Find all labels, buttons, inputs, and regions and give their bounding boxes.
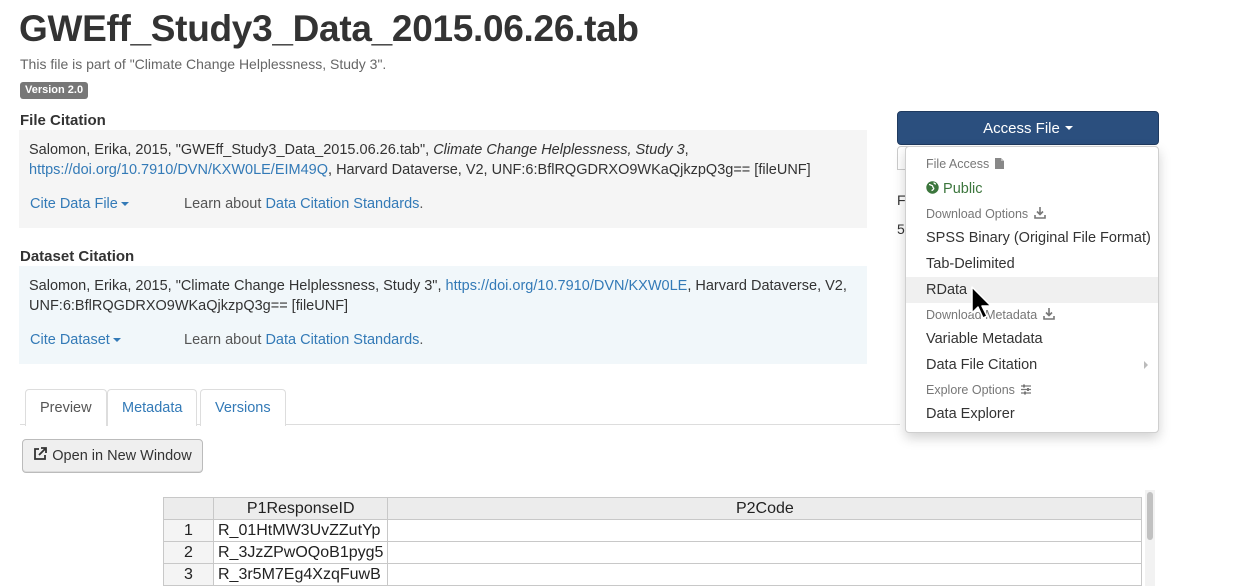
table-row: 1 R_01HtMW3UvZZutYp: [163, 519, 1143, 542]
tab-versions[interactable]: Versions: [200, 389, 286, 426]
learn-about-prefix: Learn about: [184, 332, 266, 348]
sliders-icon: [1018, 383, 1032, 397]
table-cell: [387, 541, 1143, 564]
menu-item-data-file-citation[interactable]: Data File Citation: [906, 352, 1158, 378]
learn-about-period: .: [419, 196, 424, 212]
dataset-doi-link[interactable]: https://doi.org/10.7910/DVN/KXW0LE: [446, 278, 688, 294]
dataset-membership-text: This file is part of "Climate Change Hel…: [20, 56, 387, 72]
open-in-new-window-label: Open in New Window: [52, 448, 192, 464]
table-cell: [387, 519, 1143, 542]
open-in-new-window-button[interactable]: Open in New Window: [22, 439, 203, 473]
dataset-citation-suffix: , Harvard Dataverse, V2,: [687, 278, 847, 294]
file-citation-text: Salomon, Erika, 2015, "GWEff_Study3_Data…: [29, 140, 857, 180]
caret-down-icon: [112, 338, 121, 343]
globe-icon: [926, 181, 939, 197]
download-icon: [1041, 308, 1055, 322]
file-tabs: Preview Metadata Versions: [20, 388, 900, 426]
cite-data-file-label: Cite Data File: [30, 196, 118, 212]
page-title: GWEff_Study3_Data_2015.06.26.tab: [19, 8, 639, 49]
menu-item-variable-metadata[interactable]: Variable Metadata: [906, 326, 1158, 352]
public-label: Public: [943, 181, 983, 197]
table-cell: 3: [163, 563, 214, 586]
file-cite-row: Cite Data File Learn about Data Citation…: [30, 194, 423, 214]
table-cell: R_3JzZPwOQoB1pyg5: [212, 541, 389, 564]
explore-options-header: Explore Options: [906, 380, 1158, 400]
data-citation-standards-link[interactable]: Data Citation Standards: [265, 196, 419, 212]
version-badge: Version 2.0: [20, 82, 89, 99]
dataset-citation-unf: UNF:6:BflRQGDRXO9WKaQjkzpQ3g== [fileUNF]: [29, 298, 349, 314]
tab-metadata[interactable]: Metadata: [107, 389, 198, 426]
dataset-citation-label: Dataset Citation: [20, 248, 135, 265]
cite-data-file-button[interactable]: Cite Data File: [30, 196, 129, 212]
dataset-citation-box: Salomon, Erika, 2015, "Climate Change He…: [19, 266, 867, 364]
data-citation-standards-link[interactable]: Data Citation Standards: [265, 332, 419, 348]
file-citation-box: Salomon, Erika, 2015, "GWEff_Study3_Data…: [19, 130, 867, 228]
cite-dataset-label: Cite Dataset: [30, 332, 110, 348]
data-preview-table: P1ResponseID P2Code 1 R_01HtMW3UvZZutYp …: [163, 497, 1143, 586]
hidden-sidebar-value: 5: [897, 221, 905, 237]
tab-preview[interactable]: Preview: [25, 389, 107, 426]
file-access-header-label: File Access: [926, 157, 990, 171]
file-doi-link[interactable]: https://doi.org/10.7910/DVN/KXW0LE/EIM49…: [29, 162, 328, 178]
access-file-label: Access File: [983, 119, 1060, 137]
menu-item-spss-binary[interactable]: SPSS Binary (Original File Format): [906, 225, 1158, 251]
file-citation-prefix: Salomon, Erika, 2015, "GWEff_Study3_Data…: [29, 142, 434, 158]
file-access-header: File Access: [906, 154, 1158, 174]
learn-about-text: Learn about Data Citation Standards.: [184, 194, 423, 214]
table-header-row: P1ResponseID P2Code: [163, 497, 1143, 520]
external-link-icon: [33, 447, 48, 465]
dataset-citation-prefix: Salomon, Erika, 2015, "Climate Change He…: [29, 278, 446, 294]
learn-about-period: .: [419, 332, 424, 348]
explore-options-header-label: Explore Options: [926, 383, 1015, 397]
access-file-dropdown: File Access Public Download Options SPSS…: [905, 146, 1159, 433]
dataset-citation-text: Salomon, Erika, 2015, "Climate Change He…: [29, 276, 857, 316]
mouse-cursor-icon: [971, 286, 995, 323]
table-header-p2code: P2Code: [387, 497, 1143, 520]
public-item: Public: [906, 176, 1158, 202]
access-file-button[interactable]: Access File: [897, 111, 1159, 145]
table-cell: R_01HtMW3UvZZutYp: [212, 519, 389, 542]
data-file-citation-label: Data File Citation: [926, 357, 1038, 373]
caret-down-icon: [1064, 126, 1073, 130]
table-scrollbar[interactable]: [1145, 490, 1155, 586]
dataset-cite-row: Cite Dataset Learn about Data Citation S…: [30, 330, 423, 350]
file-citation-label: File Citation: [20, 112, 106, 129]
table-cell: R_3r5M7Eg4XzqFuwB: [212, 563, 389, 586]
table-row: 2 R_3JzZPwOQoB1pyg5: [163, 541, 1143, 564]
caret-down-icon: [120, 202, 129, 207]
menu-item-data-explorer[interactable]: Data Explorer: [906, 401, 1158, 427]
cite-dataset-button[interactable]: Cite Dataset: [30, 332, 121, 348]
learn-about-prefix: Learn about: [184, 196, 266, 212]
chevron-right-icon: [1144, 361, 1148, 369]
table-cell: 2: [163, 541, 214, 564]
menu-item-tab-delimited[interactable]: Tab-Delimited: [906, 251, 1158, 277]
download-options-header-label: Download Options: [926, 207, 1029, 221]
download-metadata-header: Download Metadata: [906, 305, 1158, 325]
file-icon: [993, 157, 1004, 171]
download-options-header: Download Options: [906, 204, 1158, 224]
file-citation-dataset-title: Climate Change Helplessness, Study 3: [433, 142, 685, 158]
file-citation-suffix: , Harvard Dataverse, V2, UNF:6:BflRQGDRX…: [328, 162, 811, 178]
table-header-p1responseid: P1ResponseID: [212, 497, 389, 520]
learn-about-text: Learn about Data Citation Standards.: [184, 330, 423, 350]
table-cell: [387, 563, 1143, 586]
table-cell: 1: [163, 519, 214, 542]
file-citation-comma: ,: [684, 142, 689, 158]
menu-item-rdata[interactable]: RData: [906, 277, 1158, 303]
scrollbar-thumb[interactable]: [1147, 492, 1153, 540]
download-icon: [1032, 207, 1046, 221]
table-row: 3 R_3r5M7Eg4XzqFuwB: [163, 563, 1143, 586]
table-header-index: [163, 497, 214, 520]
